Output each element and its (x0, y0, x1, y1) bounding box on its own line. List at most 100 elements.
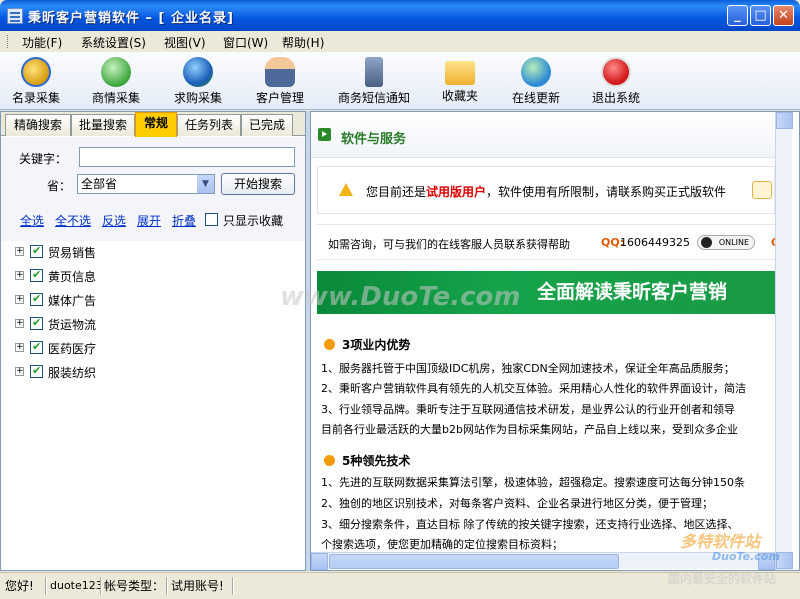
only-favorites-checkbox[interactable] (205, 213, 218, 226)
paragraph-line: 1、服务器托管于中国顶级IDC机房，独家CDN全网加速技术，保证全年高品质服务； (321, 362, 735, 375)
search-form: 关键字： 省： 全部省 ▼ 开始搜索 全选 全不选 反选 展开 折叠 只显示收藏 (1, 137, 305, 241)
expand-plus-icon[interactable]: + (15, 367, 24, 376)
status-username: duote123 (50, 579, 103, 592)
close-button[interactable]: ✕ (773, 5, 794, 26)
folder-icon (445, 61, 475, 85)
tab-batch-search[interactable]: 批量搜索 (71, 114, 135, 136)
title-bar[interactable]: 秉昕客户营销软件 – [ 企业名录] _ □ ✕ (0, 0, 800, 31)
menu-view[interactable]: 视图(V) (164, 34, 206, 51)
expand-link[interactable]: 展开 (137, 212, 161, 229)
chevron-down-icon[interactable]: ▼ (197, 175, 214, 193)
menu-function[interactable]: 功能(F) (22, 34, 62, 51)
tree-checkbox[interactable] (30, 364, 43, 378)
keyword-input[interactable] (79, 147, 295, 167)
collapse-link[interactable]: 折叠 (172, 212, 196, 229)
app-icon (7, 8, 23, 24)
tree-checkbox[interactable] (30, 292, 43, 306)
tab-task-list[interactable]: 任务列表 (177, 114, 241, 136)
toolbar: 名录采集 商情采集 求购采集 客户管理 商务短信通知 收藏夹 在线更新 退出系统 (0, 52, 800, 110)
status-bar: 您好! duote123 帐号类型： 试用账号! (0, 572, 800, 599)
expand-plus-icon[interactable]: + (15, 319, 24, 328)
vertical-scrollbar[interactable] (775, 112, 793, 570)
status-separator (166, 577, 168, 595)
province-label: 省： (47, 179, 72, 193)
menu-bar: 功能(F) 系统设置(S) 视图(V) 窗口(W) 帮助(H) (0, 31, 800, 52)
tree-checkbox[interactable] (30, 244, 43, 258)
phone-icon (365, 57, 383, 87)
expand-plus-icon[interactable]: + (15, 271, 24, 280)
stop-icon (601, 57, 631, 87)
tree-checkbox[interactable] (30, 316, 43, 330)
warning-icon (339, 183, 353, 196)
tool-sms-notify[interactable]: 商务短信通知 (334, 54, 414, 108)
select-none-link[interactable]: 全不选 (55, 212, 91, 229)
paragraph-line: 目前各行业最活跃的大量b2b网站作为目标采集网站，产品自上线以来，受到众多企业 (321, 423, 738, 436)
maximize-button[interactable]: □ (750, 5, 771, 26)
select-all-link[interactable]: 全选 (20, 212, 44, 229)
paragraph-line: 2、独创的地区识别技术，对每条客户资料、企业名录进行地区分类，便于管理； (321, 497, 713, 510)
expand-plus-icon[interactable]: + (15, 295, 24, 304)
trial-notice: 您目前还是试用版用户，软件使用有所限制，请联系购买正式版软件 (317, 166, 775, 214)
expand-plus-icon[interactable]: + (15, 247, 24, 256)
scroll-down-icon[interactable] (776, 552, 793, 569)
advantages-heading: 3项业内优势 (324, 336, 410, 353)
province-select[interactable]: 全部省 ▼ (77, 174, 215, 194)
paragraph-line: 1、先进的互联网数据采集算法引擎，极速体验，超强稳定。搜索速度可达每分钟150条 (321, 476, 745, 489)
tool-customer-manage[interactable]: 客户管理 (252, 54, 308, 108)
menu-settings[interactable]: 系统设置(S) (81, 34, 146, 51)
tree-checkbox[interactable] (30, 268, 43, 282)
users-icon (265, 57, 295, 87)
expand-plus-icon[interactable]: + (15, 343, 24, 352)
notice-text: 您目前还是试用版用户，软件使用有所限制，请联系购买正式版软件 (366, 185, 727, 199)
invert-selection-link[interactable]: 反选 (102, 212, 126, 229)
section-header: 软件与服务 (311, 112, 775, 158)
buy-icon[interactable] (752, 181, 772, 199)
content-panel: 软件与服务 您目前还是试用版用户，软件使用有所限制，请联系购买正式版软件 如需咨… (310, 111, 800, 571)
paragraph-line: 个搜索选项，使您更加精确的定位搜索目标资料； (321, 538, 563, 551)
paragraph-line: 2、秉昕客户营销软件具有领先的人机交互体验。采用精心人性化的软件界面设计，简洁 (321, 382, 746, 395)
status-greeting: 您好! (5, 579, 34, 593)
bullet-icon (324, 455, 335, 466)
scroll-thumb[interactable] (329, 554, 619, 569)
scroll-right-icon[interactable] (758, 553, 775, 570)
tool-directory-collect[interactable]: 名录采集 (8, 54, 64, 108)
arrow-right-icon (318, 128, 331, 141)
magnifier-icon (21, 57, 51, 87)
consult-text: 如需咨询，可与我们的在线客服人员联系获得帮助 (328, 238, 570, 251)
globe-icon (183, 57, 213, 87)
tool-business-collect[interactable]: 商情采集 (88, 54, 144, 108)
horizontal-scrollbar[interactable] (311, 552, 775, 570)
status-account-type-label: 帐号类型： (104, 579, 165, 593)
tool-online-update[interactable]: 在线更新 (508, 54, 564, 108)
only-favorites-label: 只显示收藏 (223, 214, 284, 228)
qq-online-badge[interactable]: ONLINE (697, 235, 755, 250)
province-value: 全部省 (81, 177, 118, 191)
status-separator (232, 577, 234, 595)
tab-exact-search[interactable]: 精确搜索 (5, 114, 71, 136)
update-icon (521, 57, 551, 87)
menu-window[interactable]: 窗口(W) (223, 34, 268, 51)
qq-number[interactable]: 1606449325 (620, 236, 690, 249)
globe-magnifier-icon (101, 57, 131, 87)
tab-strip: 精确搜索 批量搜索 常规 任务列表 已完成 (1, 112, 305, 137)
bullet-icon (324, 339, 335, 350)
technologies-heading: 5种领先技术 (324, 452, 410, 469)
left-panel: 精确搜索 批量搜索 常规 任务列表 已完成 关键字： 省： 全部省 ▼ 开始搜索… (0, 111, 306, 571)
menu-help[interactable]: 帮助(H) (282, 34, 324, 51)
scroll-left-icon[interactable] (311, 553, 328, 570)
scroll-up-icon[interactable] (776, 112, 793, 129)
keyword-label: 关键字： (19, 152, 68, 166)
tool-purchase-collect[interactable]: 求购采集 (170, 54, 226, 108)
tool-exit[interactable]: 退出系统 (588, 54, 644, 108)
consult-bar: 如需咨询，可与我们的在线客服人员联系获得帮助 QQ: 1606449325 ON… (317, 224, 787, 260)
status-account-type: 试用账号! (171, 579, 224, 593)
section-title: 软件与服务 (341, 132, 407, 147)
tab-completed[interactable]: 已完成 (241, 114, 293, 136)
tool-favorites[interactable]: 收藏夹 (438, 54, 482, 108)
menu-grip (7, 35, 9, 48)
paragraph-line: 3、行业领导品牌。秉昕专注于互联网通信技术研发，是业界公认的行业开创者和领导 (321, 403, 735, 416)
tab-regular[interactable]: 常规 (135, 112, 177, 137)
start-search-button[interactable]: 开始搜索 (221, 173, 295, 195)
minimize-button[interactable]: _ (727, 5, 748, 26)
tree-checkbox[interactable] (30, 340, 43, 354)
